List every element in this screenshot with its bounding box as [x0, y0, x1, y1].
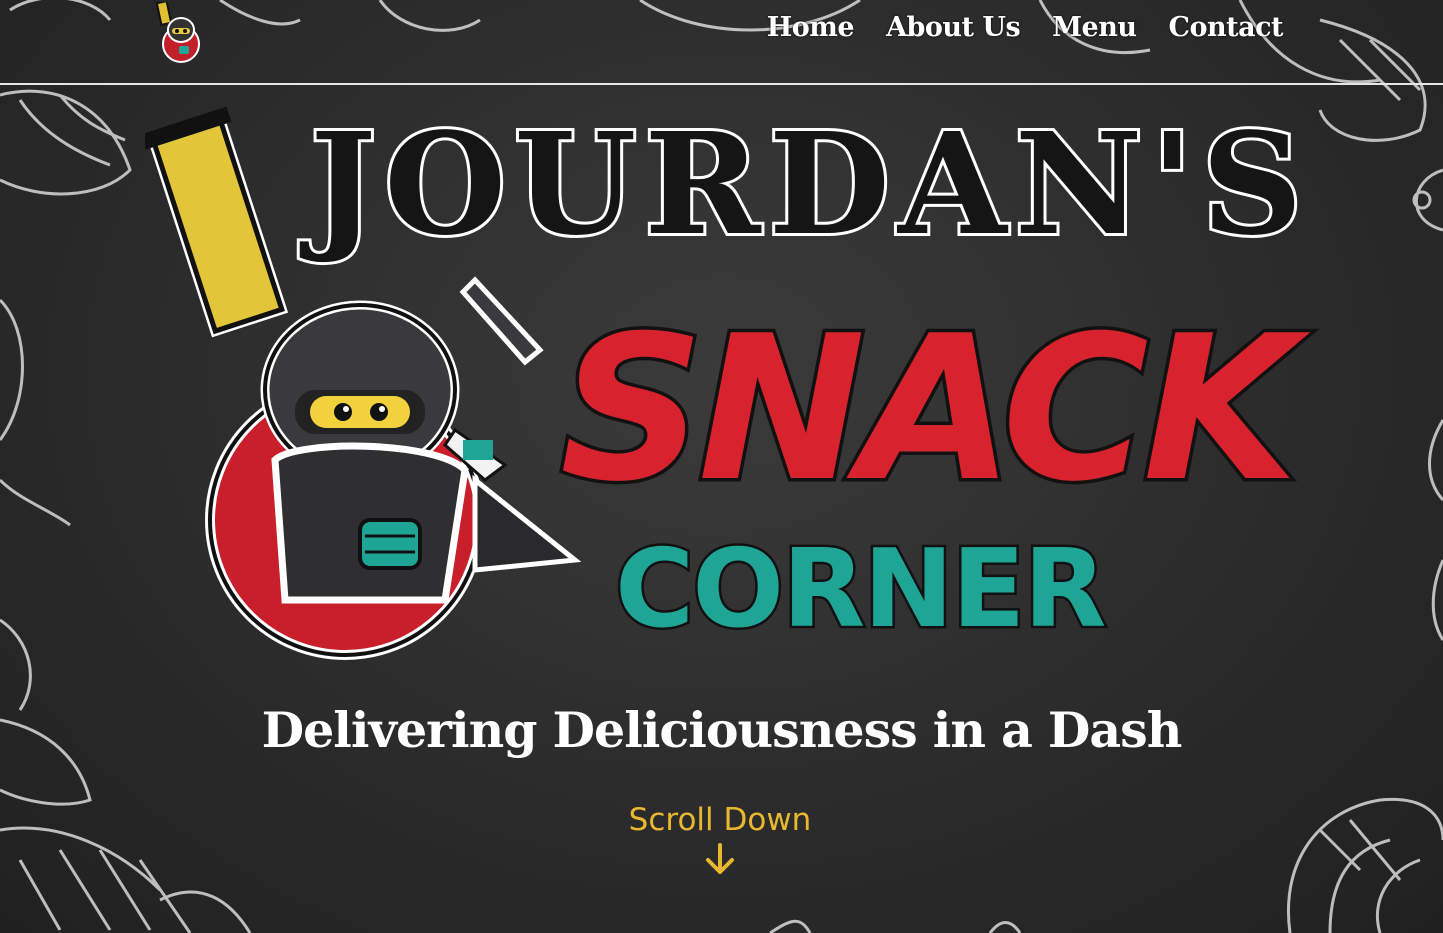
scroll-down-label[interactable]: Scroll Down: [620, 800, 820, 840]
nav-home[interactable]: Home: [767, 12, 855, 43]
main-nav: Home About Us Menu Contact: [767, 12, 1284, 43]
arrow-down-icon[interactable]: [703, 842, 737, 876]
brand-title-corner: CORNER: [613, 527, 1110, 652]
hero-tagline: Delivering Deliciousness in a Dash: [261, 701, 1183, 759]
ninja-mascot-icon[interactable]: [153, 2, 211, 66]
site-header: Home About Us Menu Contact: [0, 0, 1443, 85]
nav-contact[interactable]: Contact: [1168, 12, 1283, 43]
nav-menu[interactable]: Menu: [1052, 12, 1137, 43]
brand-title-jourdans: JOURDAN'S: [307, 100, 1311, 270]
brand-title-snack: SNACK: [557, 290, 1302, 530]
nav-about-us[interactable]: About Us: [886, 12, 1021, 43]
scroll-down-button[interactable]: Scroll Down: [620, 800, 820, 876]
